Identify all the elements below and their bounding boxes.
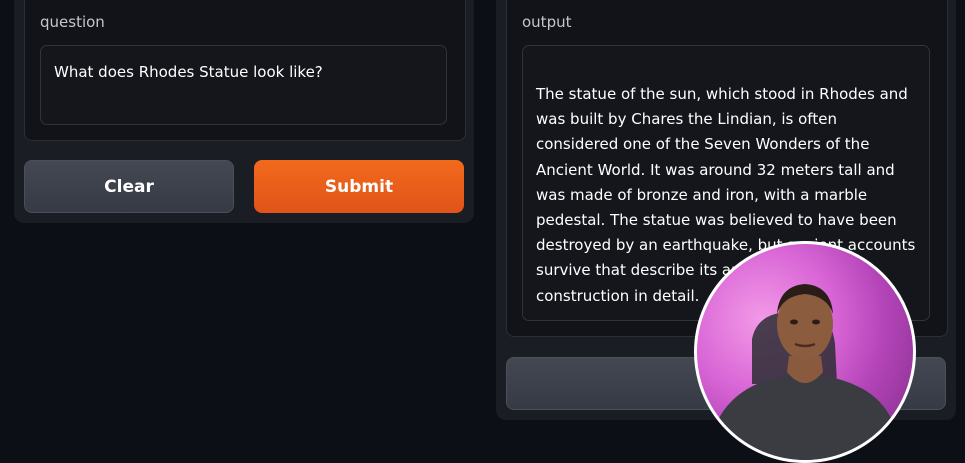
question-label: question [40,13,105,31]
question-input[interactable]: What does Rhodes Statue look like? [40,45,447,125]
submit-button[interactable]: Submit [254,160,464,213]
presenter-video [707,284,903,460]
clear-button[interactable]: Clear [24,160,234,213]
submit-button-label: Submit [324,176,394,197]
webcam-overlay [694,241,916,463]
output-label: output [522,13,572,31]
clear-button-label: Clear [104,176,154,197]
